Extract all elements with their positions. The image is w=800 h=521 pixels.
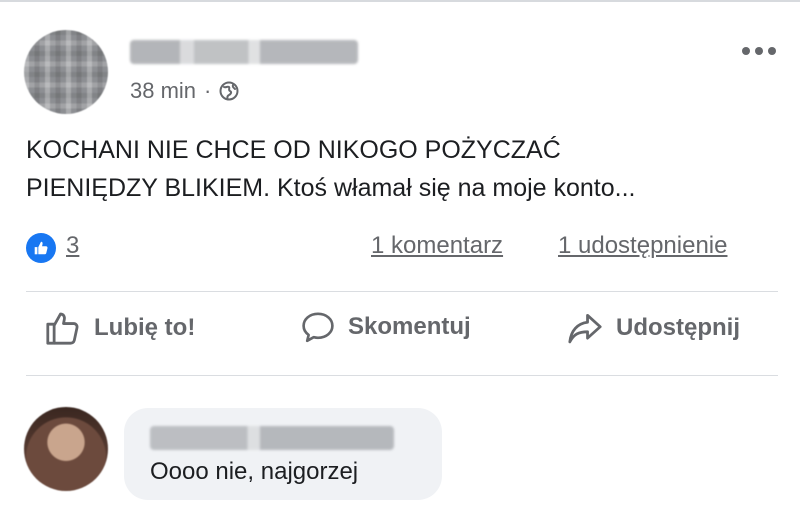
comment-bubble [124,408,442,500]
divider [26,375,778,376]
comment-text: Oooo nie, najgorzej [150,458,359,485]
more-options-icon[interactable] [740,44,778,58]
post-text-line-2: PIENIĘDZY BLIKIEM. Ktoś włamał się na mo… [26,174,636,202]
thumbs-up-icon [44,309,82,347]
author-name-blurred[interactable] [130,40,358,64]
post-text-line-1: KOCHANI NIE CHCE OD NIKOGO POŻYCZAĆ [26,136,561,164]
commenter-avatar[interactable] [24,407,108,491]
likes-count[interactable]: 3 [66,232,79,260]
top-divider [0,0,800,2]
divider [26,291,778,292]
like-button-label: Lubię to! [94,314,196,341]
like-reaction-icon[interactable] [26,233,56,263]
comment-button-label: Skomentuj [348,313,471,340]
post-text: KOCHANI NIE CHCE OD NIKOGO POŻYCZAĆ PIEN… [26,131,786,207]
share-arrow-icon [566,309,604,347]
dot [755,47,763,55]
globe-icon [219,81,239,101]
facebook-post-screen: 38 min · KOCHANI NIE CHCE OD NIKOGO POŻY… [0,0,800,521]
comments-count-link[interactable]: 1 komentarz [371,232,503,260]
like-button[interactable]: Lubię to! [44,309,195,347]
share-button[interactable]: Udostępnij [566,309,740,347]
share-button-label: Udostępnij [616,314,740,341]
meta-separator: · [204,78,212,103]
shares-count-link[interactable]: 1 udostępnienie [558,232,727,260]
author-avatar[interactable] [24,30,108,114]
commenter-name-blurred[interactable] [150,426,394,450]
dot [742,47,750,55]
post-time[interactable]: 38 min [130,78,196,104]
comment-button[interactable]: Skomentuj [300,309,471,345]
dot [768,47,776,55]
comment-bubble-icon [300,309,336,345]
post-meta: 38 min · [130,78,239,104]
